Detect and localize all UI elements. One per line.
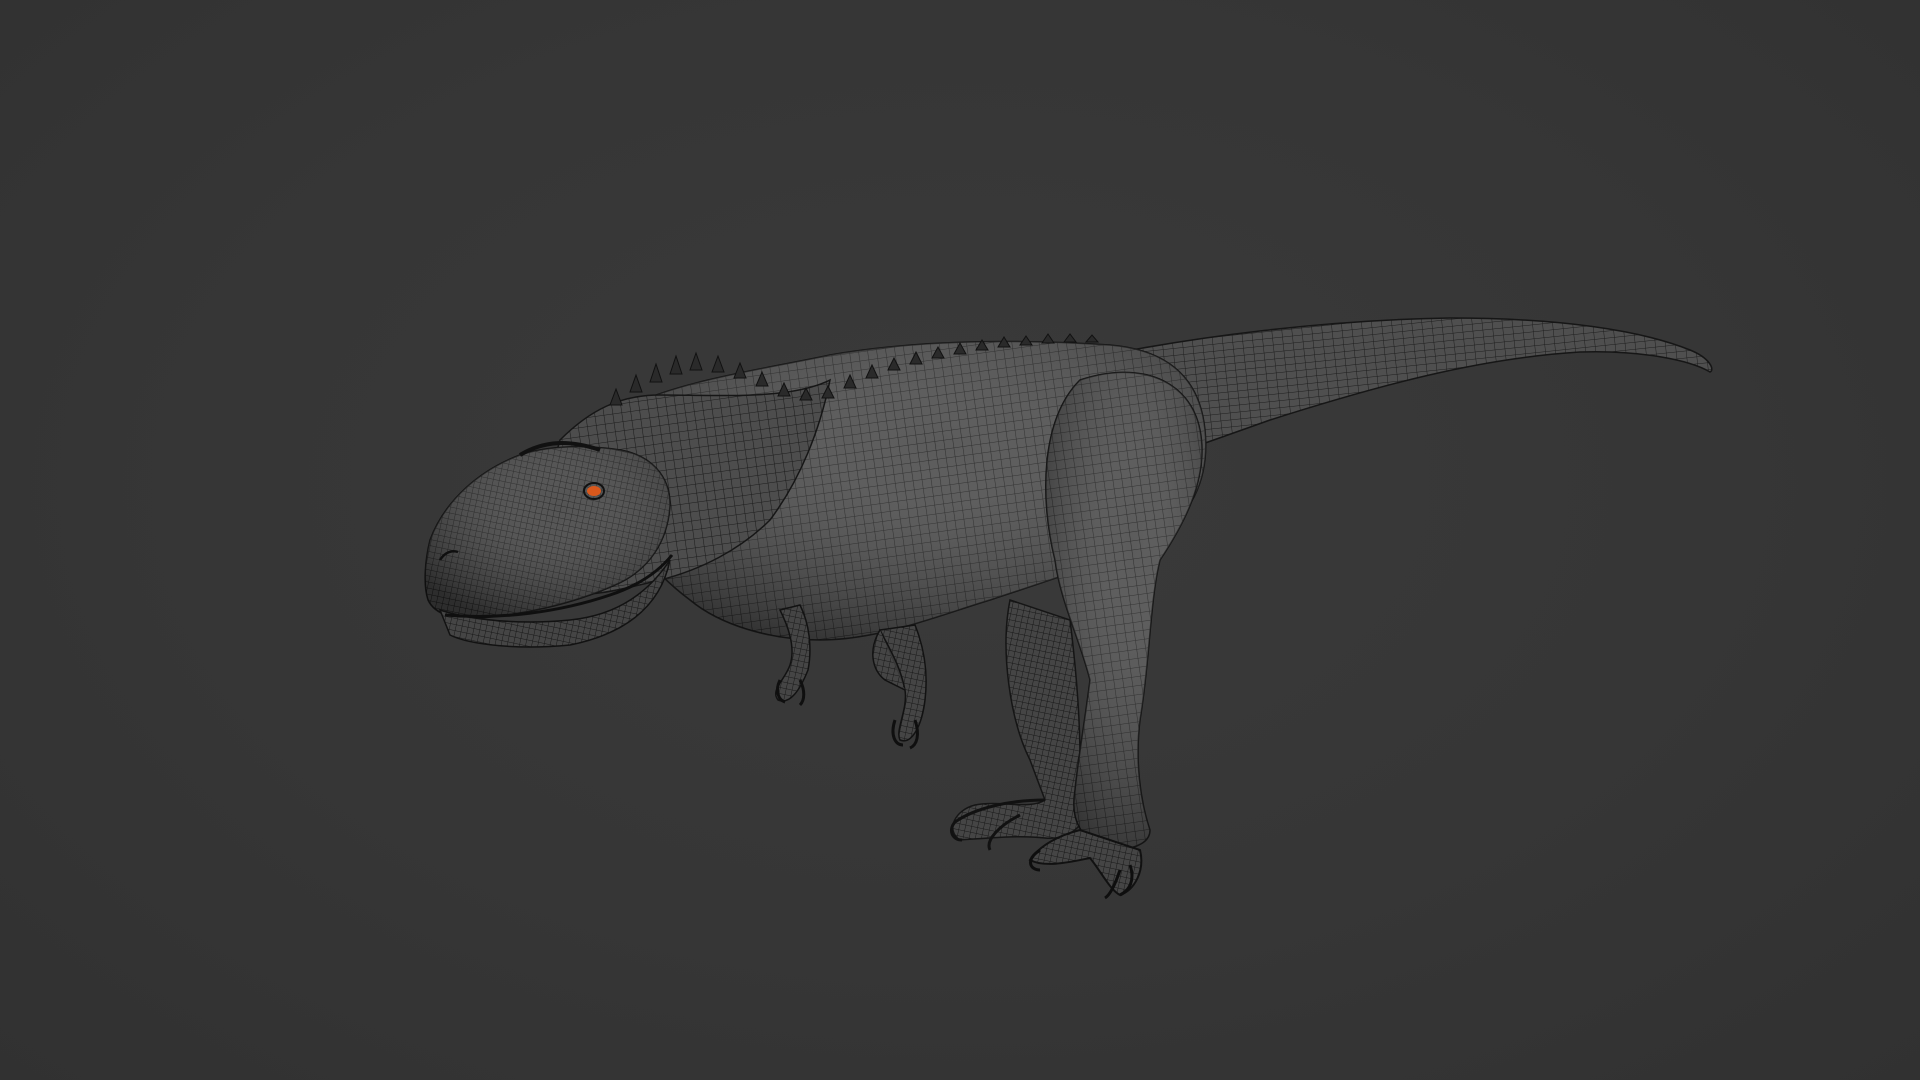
far-hind-leg xyxy=(950,599,1086,851)
3d-viewport[interactable] xyxy=(0,0,1920,1080)
dinosaur-model xyxy=(424,317,1713,900)
near-arm xyxy=(872,624,927,750)
eye xyxy=(587,486,601,496)
